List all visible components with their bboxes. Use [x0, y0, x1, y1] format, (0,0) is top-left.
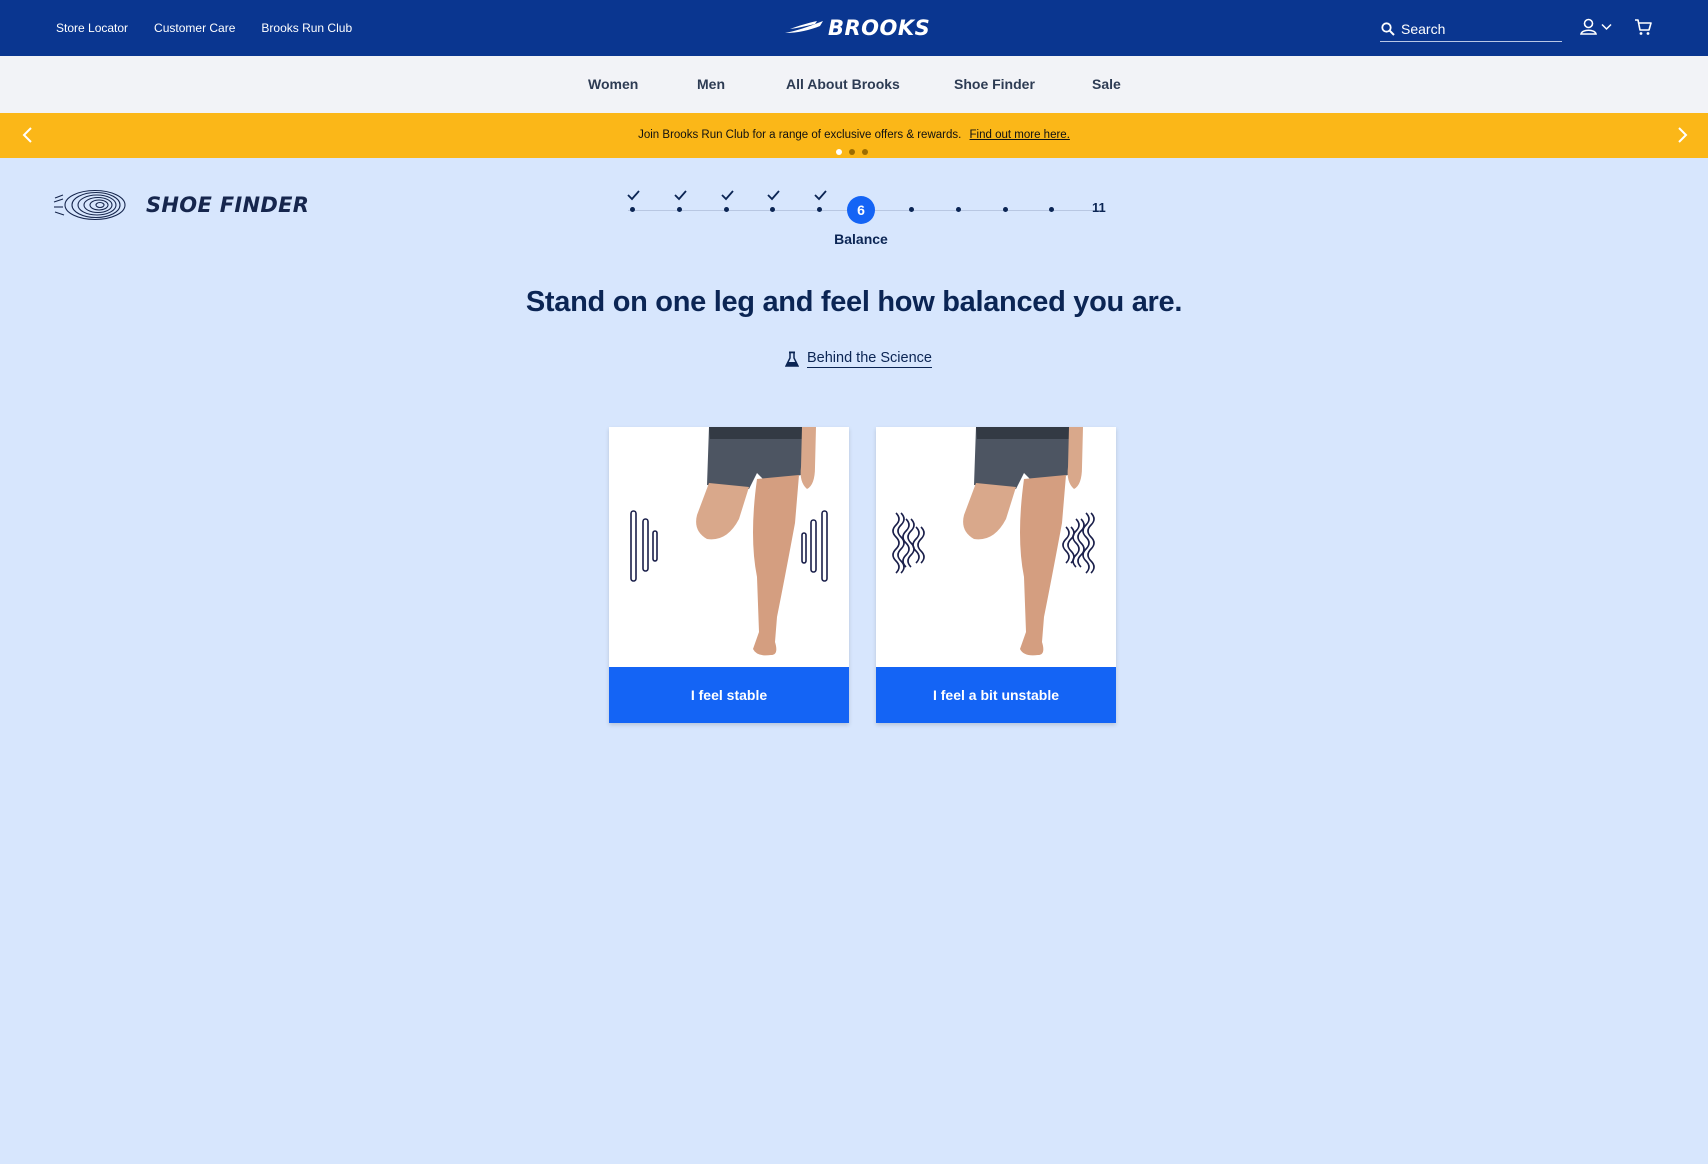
nav-item-all-about-brooks[interactable]: All About Brooks — [786, 76, 900, 92]
unstable-balance-photo — [876, 427, 1116, 667]
shoe-finder-wordmark: SHOE FINDER — [146, 193, 310, 217]
step-dot — [630, 207, 635, 212]
flask-icon — [785, 351, 799, 367]
run-club-link[interactable]: Brooks Run Club — [261, 21, 352, 35]
check-icon — [814, 190, 827, 201]
brooks-swoosh-icon — [785, 21, 823, 33]
question-heading: Stand on one leg and feel how balanced y… — [525, 286, 1183, 318]
shoe-finder-logo: SHOE FINDER — [52, 188, 309, 222]
progress-stepper: 6 11 Balance — [620, 186, 1110, 247]
search-field[interactable]: Search — [1380, 17, 1562, 42]
cart-icon — [1635, 19, 1652, 35]
step-dot — [956, 207, 961, 212]
step-upcoming — [907, 205, 917, 215]
promo-dot[interactable] — [849, 149, 855, 155]
main-nav: Women Men All About Brooks Shoe Finder S… — [0, 56, 1708, 113]
step-dot — [817, 207, 822, 212]
total-steps: 11 — [1092, 200, 1106, 215]
brooks-wordmark: BROOKS — [828, 16, 931, 40]
check-icon — [767, 190, 780, 201]
unstable-option-button[interactable]: I feel a bit unstable — [876, 667, 1116, 723]
step-3-completed[interactable] — [721, 190, 734, 215]
customer-care-link[interactable]: Customer Care — [154, 21, 235, 35]
step-upcoming — [1047, 205, 1057, 215]
user-icon — [1580, 18, 1597, 35]
one-leg-stance-illustration — [892, 427, 1095, 656]
account-menu[interactable] — [1580, 18, 1612, 35]
promo-dot[interactable] — [836, 149, 842, 155]
step-4-completed[interactable] — [767, 190, 780, 215]
check-icon — [627, 190, 640, 201]
chevron-right-icon[interactable] — [1672, 125, 1692, 145]
utility-links: Store Locator Customer Care Brooks Run C… — [56, 0, 352, 56]
promo-dot[interactable] — [862, 149, 868, 155]
current-step-label: Balance — [834, 231, 888, 247]
step-dot — [909, 207, 914, 212]
step-upcoming — [1001, 205, 1011, 215]
cart-button[interactable] — [1634, 18, 1652, 41]
search-input[interactable]: Search — [1401, 21, 1445, 37]
science-link-label: Behind the Science — [807, 350, 932, 368]
promo-text: Join Brooks Run Club for a range of excl… — [638, 129, 962, 141]
step-2-completed[interactable] — [674, 190, 687, 215]
step-1-completed[interactable] — [627, 190, 640, 215]
nav-item-men[interactable]: Men — [697, 76, 725, 92]
option-card-unstable[interactable]: I feel a bit unstable — [876, 427, 1116, 723]
brooks-logo[interactable]: BROOKS — [784, 16, 930, 40]
nav-item-women[interactable]: Women — [588, 76, 638, 92]
store-locator-link[interactable]: Store Locator — [56, 21, 128, 35]
step-dot — [724, 207, 729, 212]
step-dot — [1049, 207, 1054, 212]
top-header: Store Locator Customer Care Brooks Run C… — [0, 0, 1708, 56]
check-icon — [721, 190, 734, 201]
step-dot — [677, 207, 682, 212]
nav-item-sale[interactable]: Sale — [1092, 76, 1121, 92]
promo-pagination — [836, 149, 868, 155]
step-upcoming — [954, 205, 964, 215]
search-icon — [1381, 22, 1395, 36]
step-dot — [1003, 207, 1008, 212]
step-dot — [770, 207, 775, 212]
behind-the-science-link[interactable]: Behind the Science — [785, 350, 932, 368]
chevron-down-icon — [1601, 23, 1612, 30]
stable-balance-photo — [609, 427, 849, 667]
nav-item-shoe-finder[interactable]: Shoe Finder — [954, 76, 1035, 92]
fingerprint-icon — [53, 189, 126, 221]
stable-option-button[interactable]: I feel stable — [609, 667, 849, 723]
promo-link[interactable]: Find out more here. — [970, 129, 1070, 141]
one-leg-stance-illustration — [630, 427, 828, 656]
current-step-indicator: 6 — [847, 196, 875, 224]
step-5-completed[interactable] — [814, 190, 827, 215]
option-card-stable[interactable]: I feel stable — [609, 427, 849, 723]
check-icon — [674, 190, 687, 201]
promo-message: Join Brooks Run Club for a range of excl… — [0, 129, 1708, 141]
